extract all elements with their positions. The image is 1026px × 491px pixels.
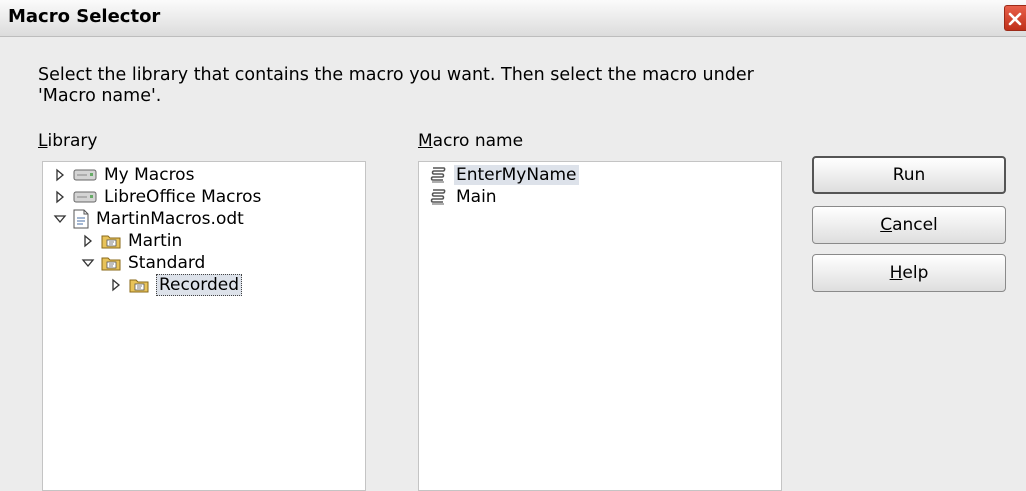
expand-arrow-icon[interactable] [109,278,123,292]
document-icon [73,209,89,229]
library-label: Library [38,131,98,151]
expand-arrow-icon[interactable] [81,234,95,248]
library-folder-icon [129,279,149,293]
tree-item-label: Standard [128,253,206,273]
library-tree[interactable]: My Macros LibreOffice Macros MartinMacro… [42,161,366,491]
macro-name-list[interactable]: EnterMyName Main [418,161,782,491]
instruction-text: Select the library that contains the mac… [38,65,754,106]
tree-item-label: My Macros [104,165,195,185]
tree-item-standard[interactable]: Standard [81,252,205,274]
macro-item-entermyname[interactable]: EnterMyName [429,164,579,186]
library-folder-icon [101,235,121,249]
expand-arrow-icon[interactable] [53,168,67,182]
tree-item-label: MartinMacros.odt [96,209,244,229]
close-icon [1008,12,1022,26]
help-button[interactable]: Help [812,254,1006,292]
title-bar[interactable]: Macro Selector [0,0,1026,37]
macro-icon [430,167,446,183]
tree-item-label: LibreOffice Macros [104,187,262,207]
drive-icon [73,191,97,203]
macro-item-label: EnterMyName [454,165,579,185]
close-button[interactable] [1004,5,1026,31]
tree-item-my-macros[interactable]: My Macros [53,164,194,186]
window-title: Macro Selector [8,6,161,27]
tree-item-libreoffice-macros[interactable]: LibreOffice Macros [53,186,261,208]
tree-item-martin[interactable]: Martin [81,230,182,252]
tree-item-recorded[interactable]: Recorded [109,274,242,296]
expand-arrow-icon[interactable] [53,190,67,204]
run-button[interactable]: Run [812,156,1006,194]
tree-item-label: Recorded [156,274,242,296]
cancel-button[interactable]: Cancel [812,206,1006,244]
collapse-arrow-icon[interactable] [53,212,67,226]
macro-item-label: Main [456,187,497,207]
drive-icon [73,169,97,181]
macro-name-label: Macro name [418,131,524,151]
macro-icon [430,189,446,205]
collapse-arrow-icon[interactable] [81,256,95,270]
macro-item-main[interactable]: Main [429,186,499,208]
tree-item-label: Martin [128,231,183,251]
tree-item-martinmacros-odt[interactable]: MartinMacros.odt [53,208,244,230]
library-folder-icon [101,257,121,271]
